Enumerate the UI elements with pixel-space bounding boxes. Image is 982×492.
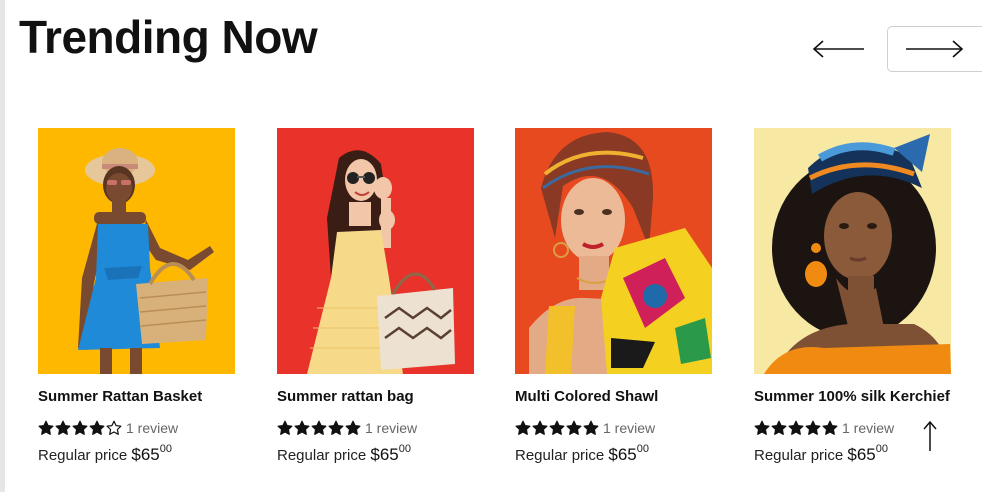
star-filled-icon <box>822 420 838 435</box>
star-filled-icon <box>55 420 71 435</box>
review-count[interactable]: 1 review <box>126 420 178 436</box>
page-left-border <box>0 0 5 492</box>
star-filled-icon <box>345 420 361 435</box>
price-label: Regular price <box>277 447 367 464</box>
price-amount: $65 <box>608 445 637 464</box>
product-name[interactable]: Summer Rattan Basket <box>38 388 235 405</box>
price-cents: 00 <box>875 443 889 455</box>
star-filled-icon <box>771 420 787 435</box>
star-filled-icon <box>549 420 565 435</box>
section-title: Trending Now <box>19 11 318 63</box>
star-filled-icon <box>277 420 293 435</box>
price-cents: 00 <box>636 443 650 455</box>
price-label: Regular price <box>515 447 605 464</box>
product-rating: 1 review <box>515 419 712 437</box>
star-rating <box>754 420 838 436</box>
arrow-up-icon <box>923 420 937 451</box>
star-filled-icon <box>532 420 548 435</box>
star-filled-icon <box>788 420 804 435</box>
price-amount: $65 <box>131 445 160 464</box>
star-empty-icon <box>106 420 122 435</box>
review-count[interactable]: 1 review <box>365 420 417 436</box>
star-filled-icon <box>72 420 88 435</box>
star-filled-icon <box>515 420 531 435</box>
product-image[interactable] <box>754 128 951 374</box>
arrow-right-icon <box>906 40 964 58</box>
price-amount: $65 <box>370 445 399 464</box>
star-filled-icon <box>328 420 344 435</box>
product-name[interactable]: Multi Colored Shawl <box>515 388 712 405</box>
carousel-next-button[interactable] <box>887 26 982 72</box>
star-filled-icon <box>754 420 770 435</box>
star-rating <box>515 420 599 436</box>
product-card[interactable]: Summer rattan bag 1 review Regular price… <box>277 128 474 465</box>
price-label: Regular price <box>754 447 844 464</box>
price-label: Regular price <box>38 447 128 464</box>
star-filled-icon <box>566 420 582 435</box>
product-name[interactable]: Summer rattan bag <box>277 388 474 405</box>
star-filled-icon <box>38 420 54 435</box>
product-card[interactable]: Summer Rattan Basket 1 review Regular pr… <box>38 128 235 465</box>
price-amount: $65 <box>847 445 876 464</box>
star-filled-icon <box>89 420 105 435</box>
product-price: Regular price $6500 <box>515 443 712 465</box>
star-filled-icon <box>583 420 599 435</box>
product-image[interactable] <box>277 128 474 374</box>
product-image[interactable] <box>38 128 235 374</box>
price-cents: 00 <box>159 443 173 455</box>
star-rating <box>277 420 361 436</box>
scroll-to-top-button[interactable] <box>920 420 940 452</box>
price-cents: 00 <box>398 443 412 455</box>
product-card[interactable]: Summer 100% silk Kerchief 1 review Regul… <box>754 128 951 465</box>
product-rating: 1 review <box>277 419 474 437</box>
product-name[interactable]: Summer 100% silk Kerchief <box>754 388 951 405</box>
product-price: Regular price $6500 <box>38 443 235 465</box>
star-filled-icon <box>294 420 310 435</box>
product-card[interactable]: Multi Colored Shawl 1 review Regular pri… <box>515 128 712 465</box>
product-price: Regular price $6500 <box>277 443 474 465</box>
star-filled-icon <box>311 420 327 435</box>
arrow-left-icon <box>812 40 864 58</box>
product-rating: 1 review <box>38 419 235 437</box>
review-count[interactable]: 1 review <box>603 420 655 436</box>
product-image[interactable] <box>515 128 712 374</box>
review-count[interactable]: 1 review <box>842 420 894 436</box>
star-filled-icon <box>805 420 821 435</box>
carousel-prev-button[interactable] <box>806 30 872 68</box>
star-rating <box>38 420 122 436</box>
